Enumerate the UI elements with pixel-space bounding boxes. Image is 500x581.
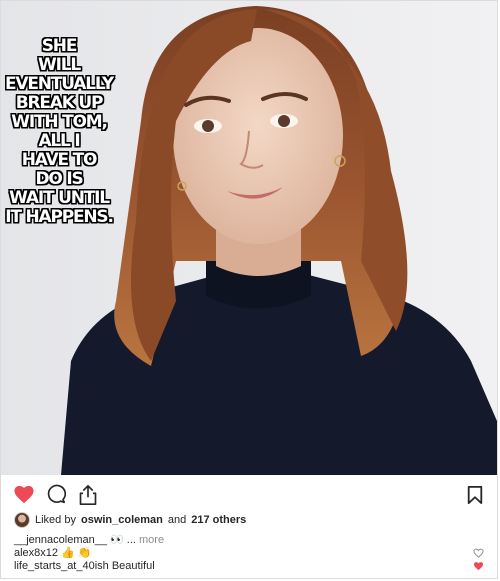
comment-username[interactable]: alex8x12 <box>14 547 58 559</box>
comments-list: __jennacoleman__ 👀 ... more alex8x12 👍 👏… <box>14 534 484 573</box>
comment-text: 👀 ... <box>110 534 136 546</box>
avatar[interactable] <box>14 512 30 528</box>
heart-filled-icon[interactable] <box>473 561 484 575</box>
bookmark-icon[interactable] <box>466 485 484 510</box>
likes-summary: Liked by oswin_coleman and 217 others <box>14 511 246 529</box>
heart-filled-icon[interactable] <box>13 484 35 509</box>
likes-prefix: Liked by <box>35 514 76 526</box>
more-link[interactable]: more <box>139 534 164 546</box>
comment-icon[interactable] <box>46 484 67 509</box>
meme-caption: SHE WILL EVENTUALLY BREAK UP WITH TOM, A… <box>5 36 114 227</box>
comment-text: 👍 👏 <box>61 547 92 559</box>
likes-others[interactable]: 217 others <box>191 514 246 526</box>
liker-username[interactable]: oswin_coleman <box>81 514 163 526</box>
share-icon[interactable] <box>78 484 98 511</box>
comment-username[interactable]: __jennacoleman__ <box>14 534 107 546</box>
likes-conjunction: and <box>167 514 187 526</box>
comment-username[interactable]: life_starts_at_40ish <box>14 560 109 572</box>
comment-row: life_starts_at_40ish Beautiful <box>14 560 484 573</box>
post-actions-bar <box>0 480 498 510</box>
comment-row: __jennacoleman__ 👀 ... more <box>14 534 484 547</box>
comment-text: Beautiful <box>111 560 155 572</box>
comment-row: alex8x12 👍 👏 <box>14 547 484 560</box>
post-photo: SHE WILL EVENTUALLY BREAK UP WITH TOM, A… <box>1 1 497 475</box>
